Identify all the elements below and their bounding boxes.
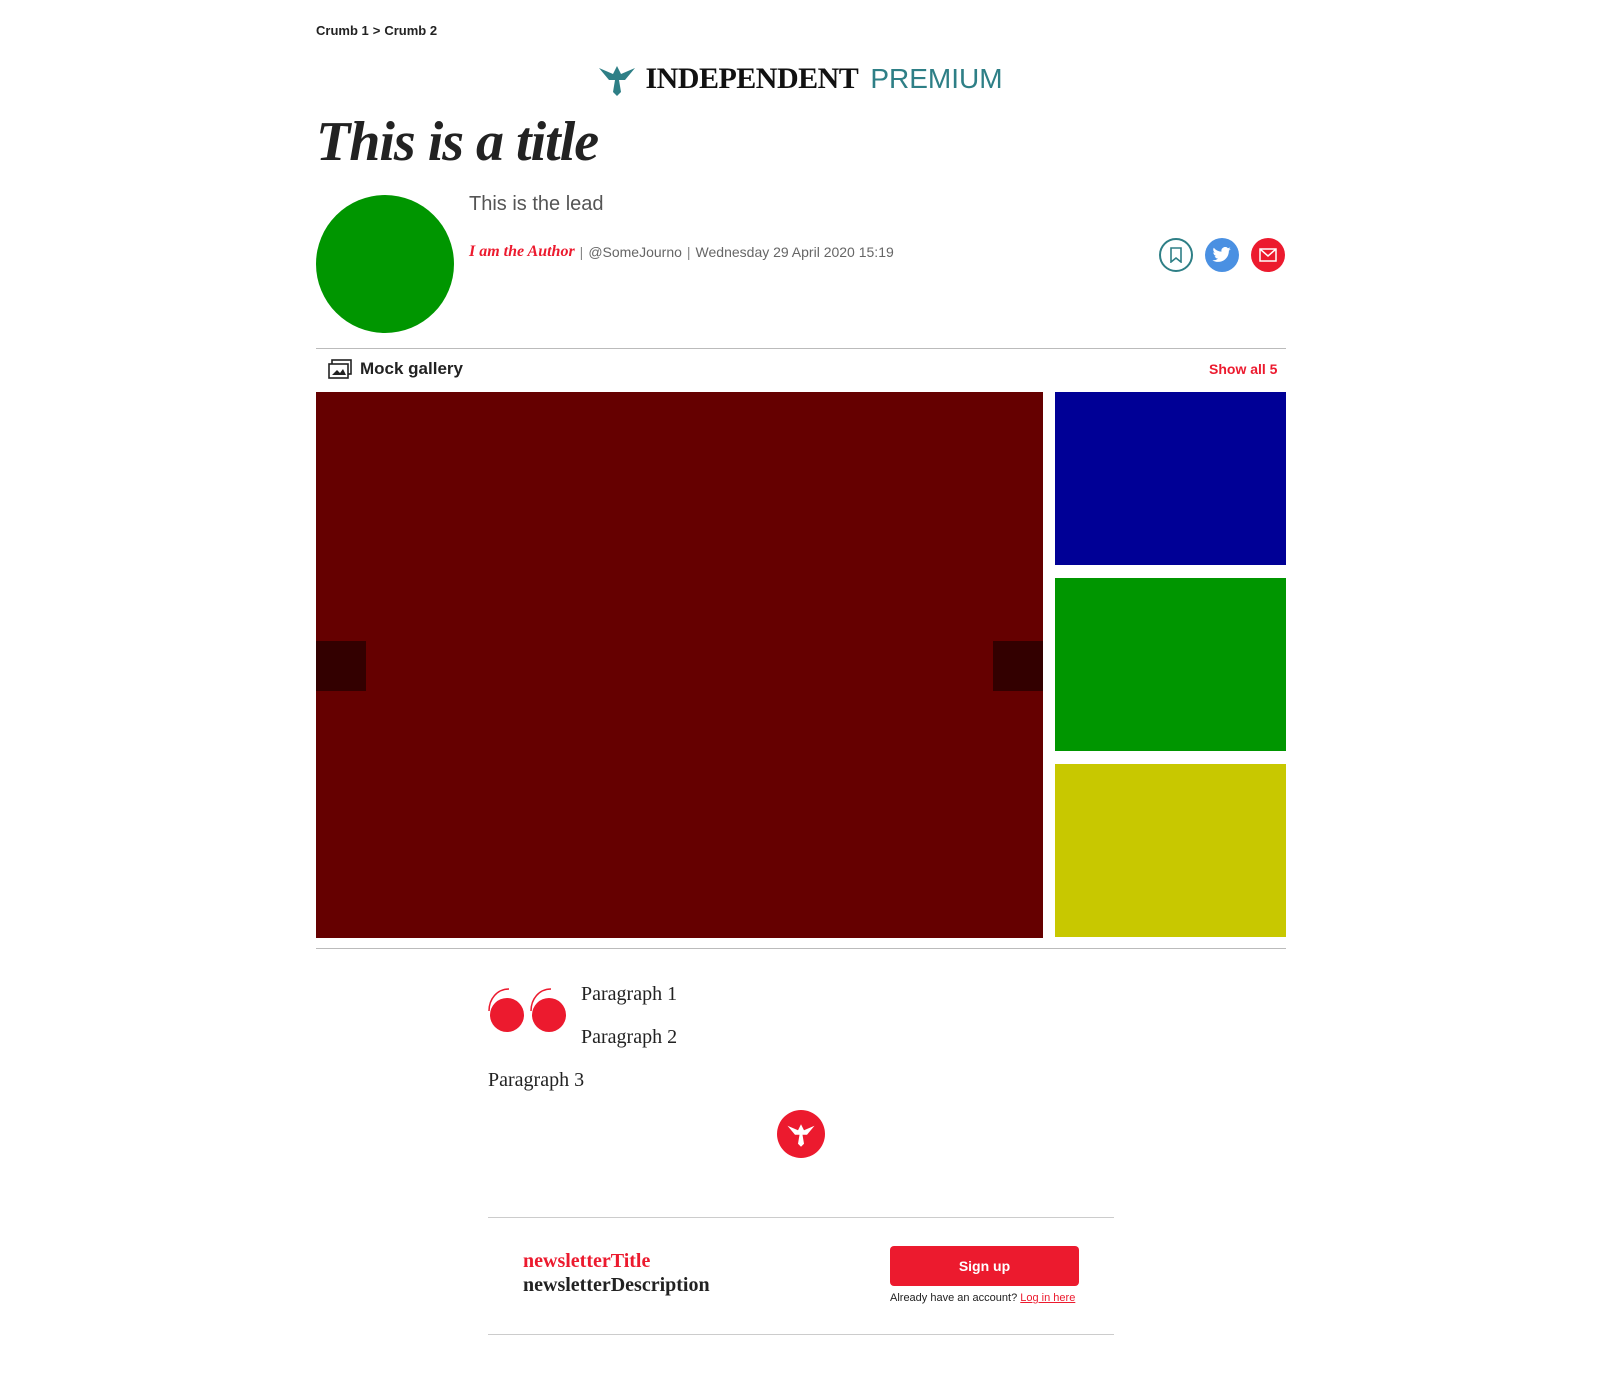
gallery-next-button[interactable] — [993, 641, 1043, 691]
newsletter-top-rule — [488, 1217, 1114, 1218]
end-of-article-badge — [777, 1110, 825, 1158]
newsletter-description: newsletterDescription — [523, 1274, 710, 1296]
gallery-thumb-3[interactable] — [1055, 764, 1286, 937]
login-prompt-row: Already have an account? Log in here — [890, 1292, 1075, 1304]
bookmark-icon — [1170, 247, 1182, 263]
breadcrumb-item-1[interactable]: Crumb 1 — [316, 23, 369, 38]
masthead[interactable]: INDEPENDENT PREMIUM — [0, 62, 1600, 96]
divider — [316, 948, 1286, 949]
byline-separator: | — [579, 244, 584, 260]
byline: I am the Author | @SomeJourno | Wednesda… — [469, 243, 894, 261]
login-prompt: Already have an account? — [890, 1292, 1018, 1304]
show-all-link[interactable]: Show all 5 — [1209, 361, 1277, 377]
gallery-thumb-2[interactable] — [1055, 578, 1286, 751]
twitter-icon — [1212, 247, 1231, 262]
brand-name: INDEPENDENT — [645, 62, 859, 95]
gallery-header: Mock gallery — [328, 359, 463, 379]
gallery-icon — [328, 359, 352, 379]
breadcrumb: Crumb 1 > Crumb 2 — [316, 23, 437, 38]
breadcrumb-separator: > — [372, 23, 381, 38]
paragraph-1: Paragraph 1 — [581, 983, 678, 1005]
author-name[interactable]: I am the Author — [469, 243, 575, 261]
newsletter-title: newsletterTitle — [523, 1250, 651, 1272]
premium-label: PREMIUM — [870, 63, 1003, 94]
divider — [316, 348, 1286, 349]
eagle-logo-icon — [599, 66, 636, 96]
gallery-prev-button[interactable] — [316, 641, 366, 691]
byline-separator: | — [686, 244, 691, 260]
share-twitter-button[interactable] — [1205, 238, 1239, 272]
publish-date: Wednesday 29 April 2020 15:19 — [695, 244, 894, 260]
paragraph-3: Paragraph 3 — [488, 1069, 585, 1091]
login-link[interactable]: Log in here — [1020, 1292, 1075, 1304]
gallery-thumb-1[interactable] — [1055, 392, 1286, 565]
quote-icon — [488, 988, 566, 1032]
gallery-label: Mock gallery — [360, 359, 463, 378]
breadcrumb-item-2[interactable]: Crumb 2 — [384, 23, 437, 38]
author-twitter-handle[interactable]: @SomeJourno — [588, 244, 682, 260]
newsletter-bottom-rule — [488, 1334, 1114, 1335]
gallery-main-image — [316, 392, 1043, 938]
article-lead: This is the lead — [469, 193, 604, 215]
share-email-button[interactable] — [1251, 238, 1285, 272]
author-avatar — [316, 195, 454, 333]
article-title: This is a title — [316, 111, 599, 173]
newsletter-signup-button[interactable]: Sign up — [890, 1246, 1079, 1286]
paragraph-2: Paragraph 2 — [581, 1026, 678, 1048]
eagle-badge-icon — [787, 1124, 815, 1147]
email-icon — [1259, 248, 1277, 262]
bookmark-button[interactable] — [1159, 238, 1193, 272]
